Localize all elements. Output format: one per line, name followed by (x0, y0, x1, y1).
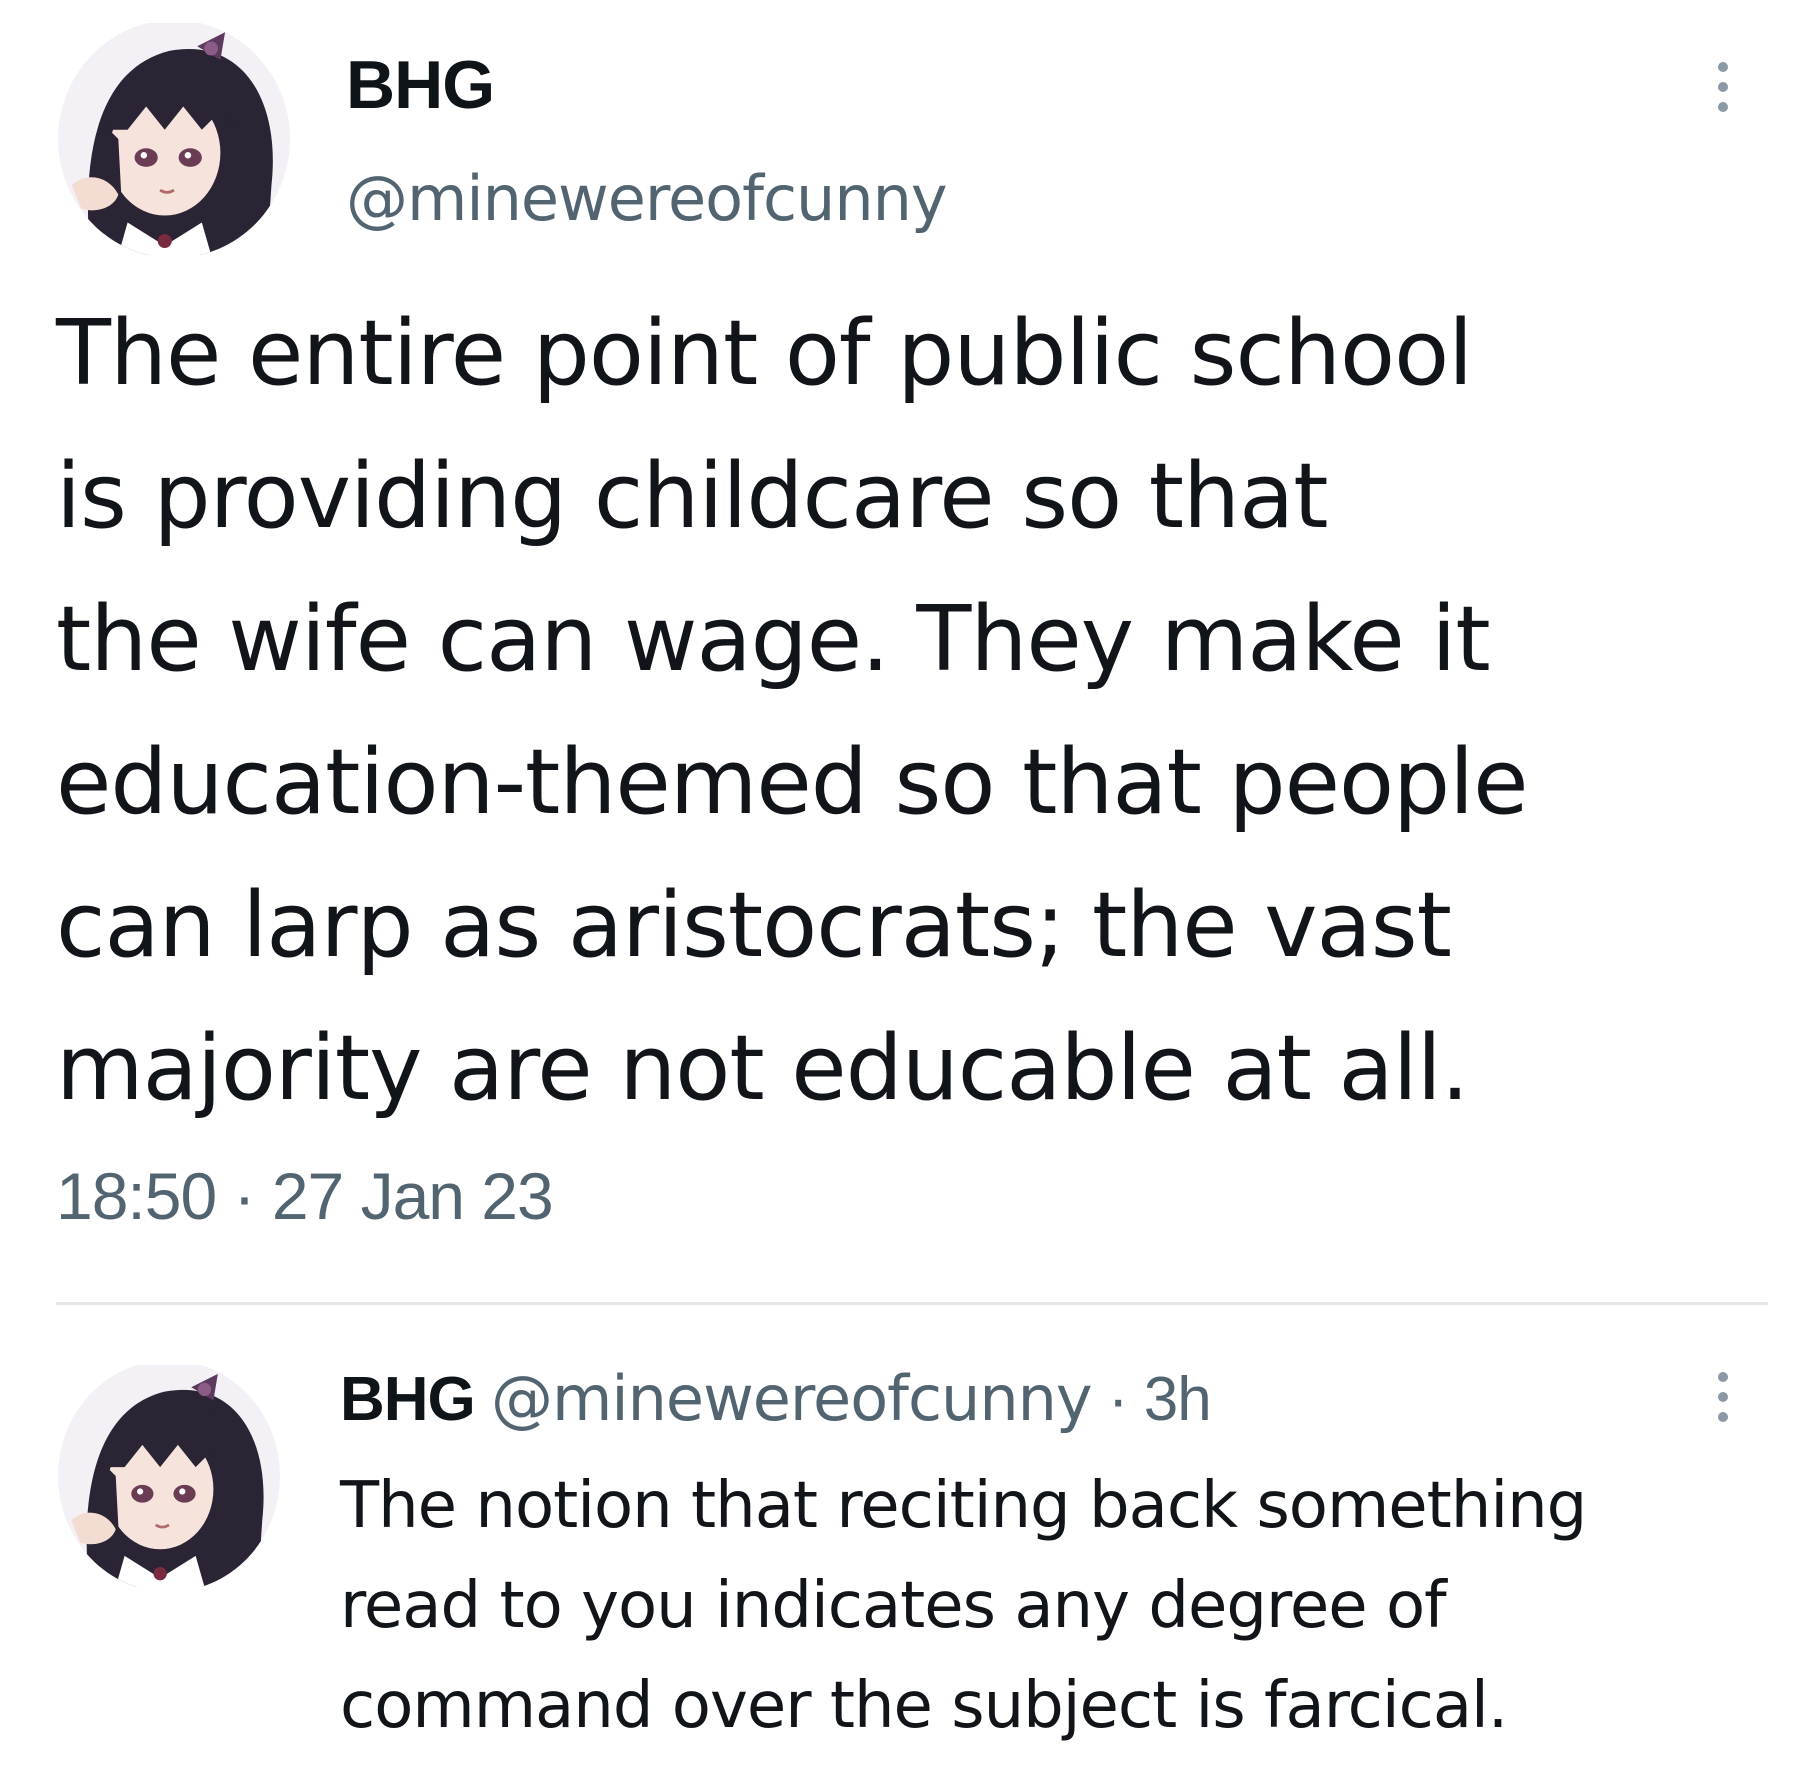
divider (56, 1302, 1768, 1305)
reply-more-options-icon[interactable] (1708, 1372, 1738, 1422)
reply-display-name[interactable]: BHG (340, 1365, 476, 1434)
reply-user-avatar[interactable] (58, 1360, 280, 1592)
more-options-icon[interactable] (1708, 62, 1738, 112)
user-handle[interactable]: @minewereofcunny (346, 162, 948, 235)
tweet-timestamp[interactable]: 18:50 · 27 Jan 23 (56, 1158, 554, 1234)
reply-separator: · (1091, 1365, 1144, 1434)
anime-girl-avatar-icon (58, 23, 290, 255)
reply-user-handle[interactable]: @minewereofcunny (491, 1362, 1093, 1435)
main-tweet: BHG @minewereofcunny The entire point of… (0, 0, 1800, 1290)
reply-text: The notion that reciting back something … (340, 1469, 1587, 1743)
tweet-text: The entire point of public school is pro… (56, 301, 1529, 1121)
reply-age[interactable]: 3h (1144, 1365, 1212, 1434)
anime-girl-avatar-icon (58, 1365, 280, 1587)
user-avatar[interactable] (58, 20, 290, 258)
display-name[interactable]: BHG (346, 46, 495, 124)
reply-header: BHG @minewereofcunny · 3h (340, 1362, 1212, 1435)
